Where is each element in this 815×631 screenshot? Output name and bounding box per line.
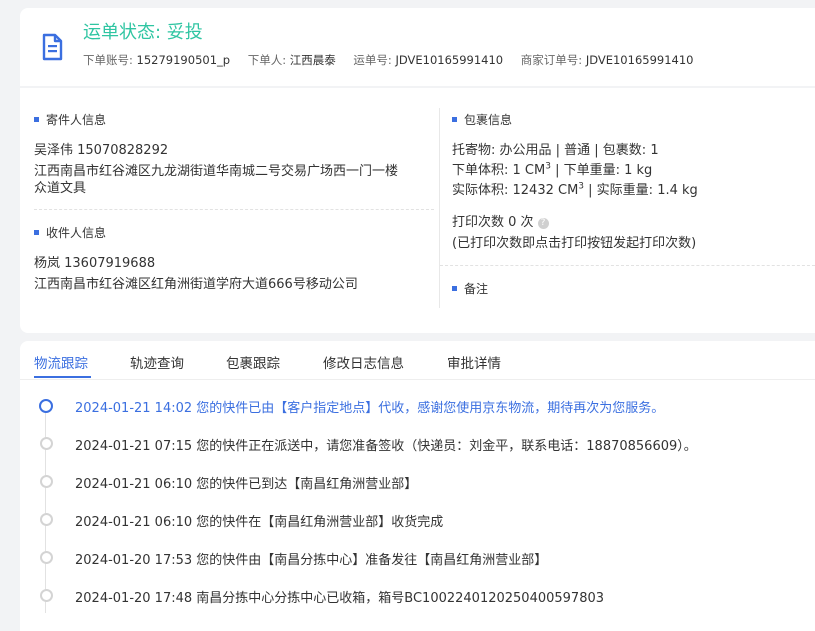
package-actual-volume-weight: 实际体积: 12432 CM3 | 实际重量: 1.4 kg bbox=[452, 181, 698, 198]
waybill-no-value: JDVE10165991410 bbox=[395, 53, 504, 67]
section-marker-icon bbox=[34, 230, 39, 235]
section-divider bbox=[440, 265, 815, 266]
account-value: 15279190501_p bbox=[136, 53, 231, 67]
receiver-name-phone: 杨岚 13607919688 bbox=[34, 256, 156, 271]
tracking-card: 物流跟踪 轨迹查询 包裹跟踪 修改日志信息 审批详情 2024-01-21 14… bbox=[20, 341, 815, 631]
receiver-address: 江西南昌市红谷滩区红角洲街道学府大道666号移动公司 bbox=[34, 277, 358, 292]
timeline-dot-icon bbox=[40, 551, 53, 564]
tab-logistics-tracking[interactable]: 物流跟踪 bbox=[34, 352, 88, 372]
tab-trajectory-query[interactable]: 轨迹查询 bbox=[130, 352, 184, 372]
orderer-key: 下单人: bbox=[247, 53, 287, 67]
active-tab-indicator bbox=[34, 376, 91, 378]
timeline-item: 2024-01-20 17:53 您的快件由【南昌分拣中心】准备发往【南昌红角洲… bbox=[20, 549, 815, 587]
section-marker-icon bbox=[452, 117, 457, 122]
account-key: 下单账号: bbox=[83, 53, 133, 67]
receiver-section-title: 收件人信息 bbox=[34, 224, 106, 241]
section-divider bbox=[34, 209, 434, 210]
sender-section-title: 寄件人信息 bbox=[34, 111, 106, 128]
package-goods: 托寄物: 办公用品 | 普通 | 包裹数: 1 bbox=[452, 143, 659, 158]
timeline-dot-icon bbox=[40, 589, 53, 602]
package-section-title: 包裹信息 bbox=[452, 111, 512, 128]
help-icon[interactable]: ? bbox=[537, 218, 549, 229]
merchant-order-value: JDVE10165991410 bbox=[585, 53, 694, 67]
tab-approval-details[interactable]: 审批详情 bbox=[447, 352, 501, 372]
timeline-dot-icon bbox=[40, 437, 53, 450]
timeline-active-dot-icon bbox=[39, 399, 53, 413]
timeline-item: 2024-01-20 17:48 南昌分拣中心分拣中心已收箱，箱号BC10022… bbox=[20, 587, 815, 625]
waybill-no-key: 运单号: bbox=[353, 53, 392, 67]
remark-section-title: 备注 bbox=[452, 280, 488, 297]
tab-package-tracking[interactable]: 包裹跟踪 bbox=[226, 352, 280, 372]
section-marker-icon bbox=[34, 117, 39, 122]
print-count: 打印次数 0 次? bbox=[452, 211, 549, 230]
print-hint: (已打印次数即点击打印按钮发起打印次数) bbox=[452, 236, 697, 251]
waybill-status: 运单状态: 妥投 bbox=[83, 22, 203, 43]
timeline-item: 2024-01-21 07:15 您的快件正在派送中，请您准备签收（快递员：刘金… bbox=[20, 435, 815, 473]
timeline-item: 2024-01-21 06:10 您的快件已到达【南昌红角洲营业部】 bbox=[20, 473, 815, 511]
package-order-volume-weight: 下单体积: 1 CM3 | 下单重量: 1 kg bbox=[452, 161, 653, 178]
sender-address-line1: 江西南昌市红谷滩区九龙湖街道华南城二号交易广场西一门一楼 bbox=[34, 164, 399, 179]
timeline-dot-icon bbox=[40, 513, 53, 526]
merchant-order-key: 商家订单号: bbox=[520, 53, 583, 67]
timeline-item: 2024-01-21 14:02 您的快件已由【客户指定地点】代收，感谢您使用京… bbox=[20, 397, 815, 435]
section-marker-icon bbox=[452, 286, 457, 291]
waybill-info-card: 寄件人信息 吴泽伟 15070828292 江西南昌市红谷滩区九龙湖街道华南城二… bbox=[20, 88, 815, 333]
timeline-item: 2024-01-21 06:10 您的快件在【南昌红角洲营业部】收货完成 bbox=[20, 511, 815, 549]
tracking-tabs: 物流跟踪 轨迹查询 包裹跟踪 修改日志信息 审批详情 bbox=[20, 341, 815, 380]
sender-name-phone: 吴泽伟 15070828292 bbox=[34, 143, 169, 158]
orderer-value: 江西晨泰 bbox=[289, 53, 336, 67]
document-icon bbox=[42, 33, 63, 61]
waybill-meta: 下单账号: 15279190501_p 下单人: 江西晨泰 运单号: JDVE1… bbox=[83, 52, 707, 68]
sender-address-line2: 众道文具 bbox=[34, 181, 87, 196]
timeline-dot-icon bbox=[40, 475, 53, 488]
tab-change-log[interactable]: 修改日志信息 bbox=[323, 352, 404, 372]
column-divider bbox=[439, 108, 440, 308]
waybill-header-card: 运单状态: 妥投 下单账号: 15279190501_p 下单人: 江西晨泰 运… bbox=[20, 8, 815, 86]
